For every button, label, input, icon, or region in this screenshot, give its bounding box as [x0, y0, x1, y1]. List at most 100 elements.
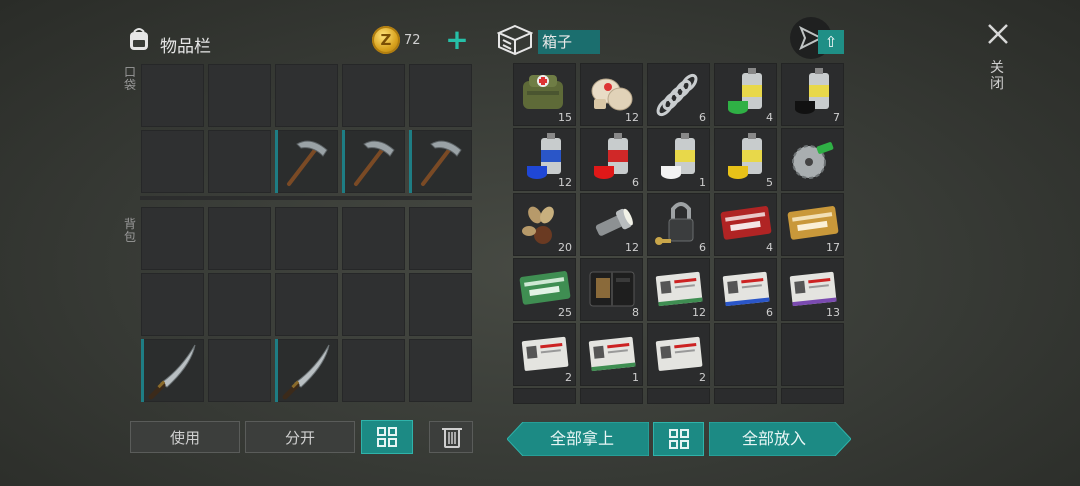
take-all-button[interactable]: 全部拿上 — [507, 422, 649, 456]
item-qty: 25 — [558, 306, 572, 319]
split-button[interactable]: 分开 — [245, 421, 355, 453]
box-slot-spray-yellow[interactable]: 5 — [714, 128, 777, 191]
box-slot-empty[interactable] — [580, 388, 643, 404]
pocket-slot-pickaxe[interactable] — [342, 130, 405, 193]
pocket-label: 口袋 — [124, 65, 137, 92]
box-slot-army-card-b[interactable]: 6 — [714, 258, 777, 321]
backpack-slot[interactable] — [342, 207, 405, 270]
close-label[interactable]: 关闭 — [990, 60, 1006, 92]
delete-button[interactable] — [429, 421, 473, 453]
box-slot-army-card-c[interactable]: 13 — [781, 258, 844, 321]
backpack-slot[interactable] — [208, 273, 271, 336]
box-slot-seeds[interactable]: 20 — [513, 193, 576, 256]
backpack-slot[interactable] — [208, 207, 271, 270]
use-button[interactable]: 使用 — [130, 421, 240, 453]
box-slot-empty[interactable] — [647, 388, 710, 404]
saw-blade-icon — [792, 142, 834, 179]
pocket-slot[interactable] — [409, 64, 472, 127]
backpack-slot-machete[interactable] — [141, 339, 204, 402]
box-slot-spray-red[interactable]: 6 — [580, 128, 643, 191]
machete-icon — [148, 344, 196, 400]
backpack-slot[interactable] — [275, 207, 338, 270]
box-slot-army-card-d[interactable]: 2 — [513, 323, 576, 386]
put-all-label: 全部放入 — [741, 429, 806, 448]
backpack-slot[interactable] — [409, 207, 472, 270]
backpack-slot[interactable] — [141, 273, 204, 336]
pickaxe-icon — [287, 140, 328, 186]
box-slot-empty[interactable] — [714, 388, 777, 404]
item-qty: 12 — [692, 306, 706, 319]
backpack-icon — [126, 26, 152, 52]
put-all-button[interactable]: 全部放入 — [709, 422, 851, 456]
pocket-slot[interactable] — [342, 64, 405, 127]
item-qty: 15 — [558, 111, 572, 124]
item-qty: 12 — [625, 111, 639, 124]
pickaxe-icon — [421, 140, 462, 186]
box-slot-empty[interactable] — [781, 323, 844, 386]
box-slot-army-card-a[interactable]: 12 — [647, 258, 710, 321]
container-title: 箱子 — [538, 30, 600, 54]
sort-button[interactable] — [361, 420, 413, 454]
item-qty: 5 — [766, 176, 773, 189]
upload-icon[interactable]: ⇧ — [818, 30, 844, 54]
box-slot-bandages[interactable]: 12 — [580, 63, 643, 126]
item-qty: 6 — [699, 241, 706, 254]
grid-sort-icon — [668, 429, 689, 449]
box-slot-spray-white[interactable]: 1 — [647, 128, 710, 191]
section-divider — [140, 196, 472, 200]
coin-count: 72 — [404, 33, 421, 48]
item-qty: 1 — [699, 176, 706, 189]
box-slot-saw-blade[interactable] — [781, 128, 844, 191]
item-qty: 1 — [632, 371, 639, 384]
item-qty: 4 — [766, 241, 773, 254]
box-slot-first-aid-kit[interactable]: 15 — [513, 63, 576, 126]
box-slot-army-card-f[interactable]: 1 — [580, 323, 643, 386]
backpack-slot-machete[interactable] — [275, 339, 338, 402]
box-slot-spray-blue[interactable]: 12 — [513, 128, 576, 191]
box-slot-army-card-r[interactable]: 2 — [647, 323, 710, 386]
box-slot-spring[interactable]: 6 — [647, 63, 710, 126]
pocket-slot-pickaxe[interactable] — [275, 130, 338, 193]
item-qty: 17 — [826, 241, 840, 254]
item-qty: 12 — [558, 176, 572, 189]
close-icon[interactable] — [984, 20, 1012, 48]
pocket-slot[interactable] — [275, 64, 338, 127]
box-slot-empty[interactable] — [781, 388, 844, 404]
pocket-slot[interactable] — [208, 64, 271, 127]
box-slot-spray-black[interactable]: 7 — [781, 63, 844, 126]
backpack-slot[interactable] — [342, 273, 405, 336]
backpack-slot[interactable] — [342, 339, 405, 402]
item-qty: 13 — [826, 306, 840, 319]
box-slot-padlock[interactable]: 6 — [647, 193, 710, 256]
item-qty: 2 — [565, 371, 572, 384]
item-qty: 6 — [699, 111, 706, 124]
box-slot-ration-coupon[interactable]: 25 — [513, 258, 576, 321]
box-slot-combat-coupon-gold[interactable]: 17 — [781, 193, 844, 256]
box-slot-wallet[interactable]: 8 — [580, 258, 643, 321]
box-icon — [497, 24, 533, 56]
item-qty: 20 — [558, 241, 572, 254]
trash-icon — [442, 428, 462, 448]
item-qty: 2 — [699, 371, 706, 384]
box-slot-combat-coupon-red[interactable]: 4 — [714, 193, 777, 256]
pocket-slot-pickaxe[interactable] — [409, 130, 472, 193]
backpack-slot[interactable] — [141, 207, 204, 270]
box-slot-empty[interactable] — [714, 323, 777, 386]
add-coins-button[interactable]: + — [444, 26, 470, 54]
item-qty: 6 — [766, 306, 773, 319]
box-slot-empty[interactable] — [513, 388, 576, 404]
item-qty: 4 — [766, 111, 773, 124]
pocket-slot[interactable] — [141, 130, 204, 193]
backpack-slot[interactable] — [409, 339, 472, 402]
box-slot-spray-green[interactable]: 4 — [714, 63, 777, 126]
backpack-slot[interactable] — [275, 273, 338, 336]
box-sort-button[interactable] — [653, 422, 704, 456]
backpack-slot[interactable] — [409, 273, 472, 336]
coin-icon: Z — [372, 26, 400, 54]
pocket-slot[interactable] — [208, 130, 271, 193]
box-slot-flashlight[interactable]: 12 — [580, 193, 643, 256]
item-qty: 6 — [632, 176, 639, 189]
backpack-slot[interactable] — [208, 339, 271, 402]
item-qty: 12 — [625, 241, 639, 254]
pocket-slot[interactable] — [141, 64, 204, 127]
